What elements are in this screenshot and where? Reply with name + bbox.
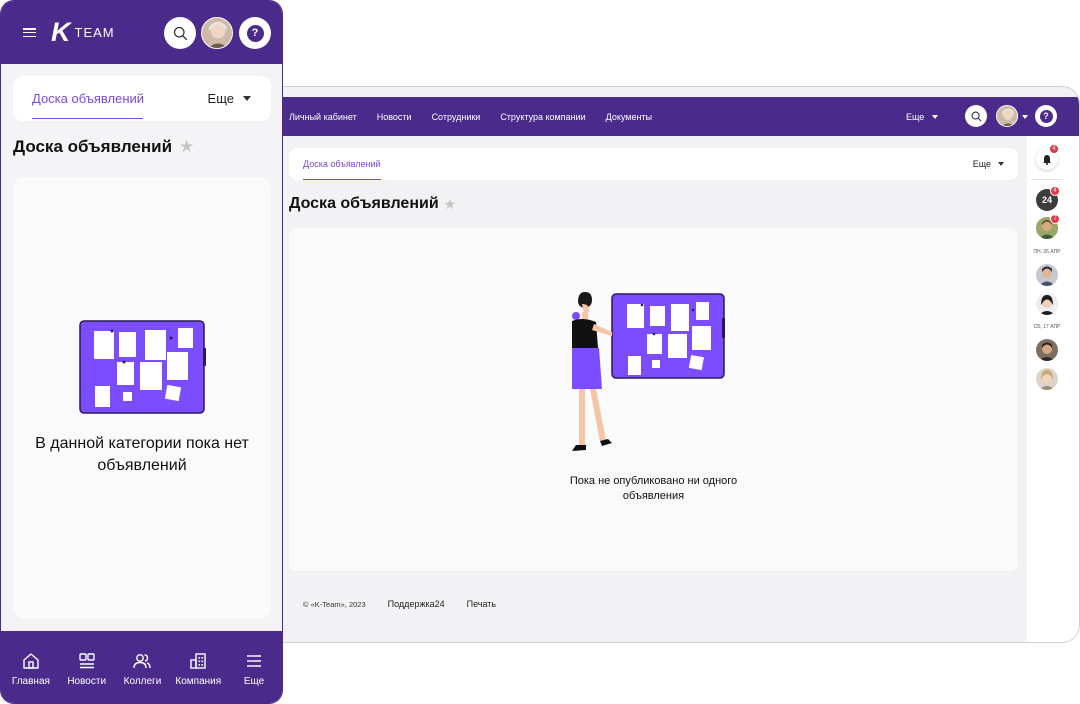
tab-more-dropdown[interactable]: Еще [973, 148, 1004, 180]
help-button[interactable]: ? [239, 17, 271, 49]
bottom-nav-home[interactable]: Главная [4, 631, 58, 703]
avatar-chevron-icon[interactable] [1022, 115, 1028, 119]
empty-state-message-wrap: Пока не опубликовано ни одного объявлени… [289, 474, 1018, 504]
tab-more-label: Еще [207, 91, 234, 106]
avatar-image [1036, 264, 1058, 286]
empty-state-card: Пока не опубликовано ни одного объявлени… [289, 228, 1018, 571]
brand-logo[interactable]: K TEAM [51, 18, 115, 46]
user-avatar[interactable] [201, 17, 233, 49]
desktop-tab-bar: Доска объявлений Еще [289, 148, 1018, 180]
avatar-image [1036, 339, 1058, 361]
b24-label: 24 [1041, 195, 1052, 205]
desktop-window: Личный кабинет Новости Сотрудники Структ… [262, 86, 1080, 643]
woman-board-illustration [572, 292, 725, 451]
colleagues-icon [133, 654, 152, 669]
tab-underline [303, 178, 381, 180]
empty-state-message: В данной категории пока нет объявлений [35, 435, 249, 474]
search-icon [971, 111, 981, 121]
logo-mark: K [51, 17, 70, 47]
avatar-image [202, 18, 232, 48]
empty-state-message: Пока не опубликовано ни одного объявлени… [569, 475, 738, 502]
footer-copyright: © «K-Team», 2023 [303, 599, 366, 609]
tab-more-label: Еще [972, 159, 991, 169]
search-button[interactable] [965, 105, 987, 127]
page-title-row: Доска объявлений ★ [289, 195, 456, 213]
bottom-nav-label: Компания [175, 676, 222, 687]
nav-item-documents[interactable]: Документы [606, 112, 652, 122]
right-sidebar: 4 24 4 7 ПН, 26 АПР СБ, 17 АПР [1027, 136, 1079, 642]
b24-badge: 4 [1050, 186, 1060, 196]
news-icon [78, 653, 95, 669]
avatar-image [997, 106, 1017, 126]
help-button[interactable]: ? [1035, 105, 1057, 127]
chevron-down-icon [932, 114, 939, 119]
empty-state-message-wrap: В данной категории пока нет объявлений [13, 433, 271, 477]
bottom-nav-news[interactable]: Новости [60, 631, 114, 703]
empty-state-card: В данной категории пока нет объявлений [13, 177, 271, 619]
notifications-badge: 4 [1049, 144, 1059, 154]
footer-support-link[interactable]: Поддержка24 [388, 599, 445, 609]
search-button[interactable] [164, 17, 196, 49]
help-icon: ? [246, 24, 264, 42]
date-divider: СБ, 17 АПР [1033, 324, 1061, 330]
bottom-nav-label: Еще [243, 676, 265, 687]
star-icon[interactable]: ★ [179, 137, 194, 157]
chat-user-badge: 7 [1050, 214, 1060, 224]
menu-icon [247, 655, 262, 667]
mobile-device: K TEAM ? Доска объявлений Еще Доска объя… [0, 0, 283, 704]
nav-item-employees[interactable]: Сотрудники [432, 112, 481, 122]
mobile-top-bar: K TEAM ? [1, 1, 282, 64]
footer-print-link[interactable]: Печать [467, 599, 496, 609]
chat-user-avatar[interactable] [1036, 339, 1058, 361]
stage: Личный кабинет Новости Сотрудники Структ… [0, 0, 1080, 704]
bottom-nav-colleagues[interactable]: Коллеги [115, 631, 169, 703]
page-title-row: Доска объявлений ★ [13, 137, 194, 157]
desktop-main: Доска объявлений Еще Доска объявлений ★ [263, 136, 1026, 642]
bottom-nav-company[interactable]: Компания [171, 631, 225, 703]
tab-underline [32, 117, 143, 119]
tab-board[interactable]: Доска объявлений [303, 148, 381, 180]
chevron-down-icon [243, 96, 251, 101]
search-icon [173, 26, 187, 40]
nav-item-company-structure[interactable]: Структура компании [500, 112, 585, 122]
nav-item-personal-account[interactable]: Личный кабинет [289, 112, 357, 122]
chevron-down-icon [998, 162, 1004, 166]
desktop-top-bar: Личный кабинет Новости Сотрудники Структ… [263, 97, 1079, 136]
page-title: Доска объявлений [13, 137, 173, 156]
bottom-nav-label: Коллеги [123, 676, 162, 687]
home-icon [23, 653, 39, 669]
nav-more-label: Еще [906, 111, 925, 122]
user-avatar[interactable] [996, 105, 1018, 127]
chat-user-avatar[interactable] [1036, 264, 1058, 286]
chat-user-avatar[interactable] [1036, 293, 1058, 315]
desktop-nav: Личный кабинет Новости Сотрудники Структ… [289, 97, 652, 136]
tab-board[interactable]: Доска объявлений [32, 76, 144, 121]
sidebar-divider [1031, 179, 1063, 180]
bottom-nav-label: Главная [11, 676, 50, 687]
avatar-image [1036, 368, 1058, 390]
nav-item-news[interactable]: Новости [377, 112, 412, 122]
bottom-nav-label: Новости [67, 676, 107, 687]
date-divider: ПН, 26 АПР [1033, 249, 1061, 255]
notifications-button[interactable]: 4 [1036, 144, 1059, 170]
company-icon [190, 653, 206, 669]
chat-user-avatar[interactable] [1036, 368, 1058, 390]
nav-more-dropdown[interactable]: Еще [906, 97, 939, 136]
page-title: Доска объявлений [289, 195, 439, 212]
logo-text: TEAM [74, 24, 115, 40]
bottom-nav-more[interactable]: Еще [227, 631, 281, 703]
avatar-image [1036, 293, 1058, 315]
tab-more-dropdown[interactable]: Еще [208, 76, 251, 121]
help-icon: ? [1039, 109, 1053, 123]
mobile-tab-bar: Доска объявлений Еще [13, 76, 271, 121]
hamburger-menu-icon[interactable] [23, 28, 36, 38]
board-illustration [79, 320, 206, 414]
bottom-nav: Главная Новости Коллеги Компания Еще [1, 631, 282, 703]
star-icon[interactable]: ★ [444, 196, 457, 213]
bell-icon [1043, 154, 1051, 165]
footer: © «K-Team», 2023 Поддержка24 Печать [303, 599, 496, 609]
